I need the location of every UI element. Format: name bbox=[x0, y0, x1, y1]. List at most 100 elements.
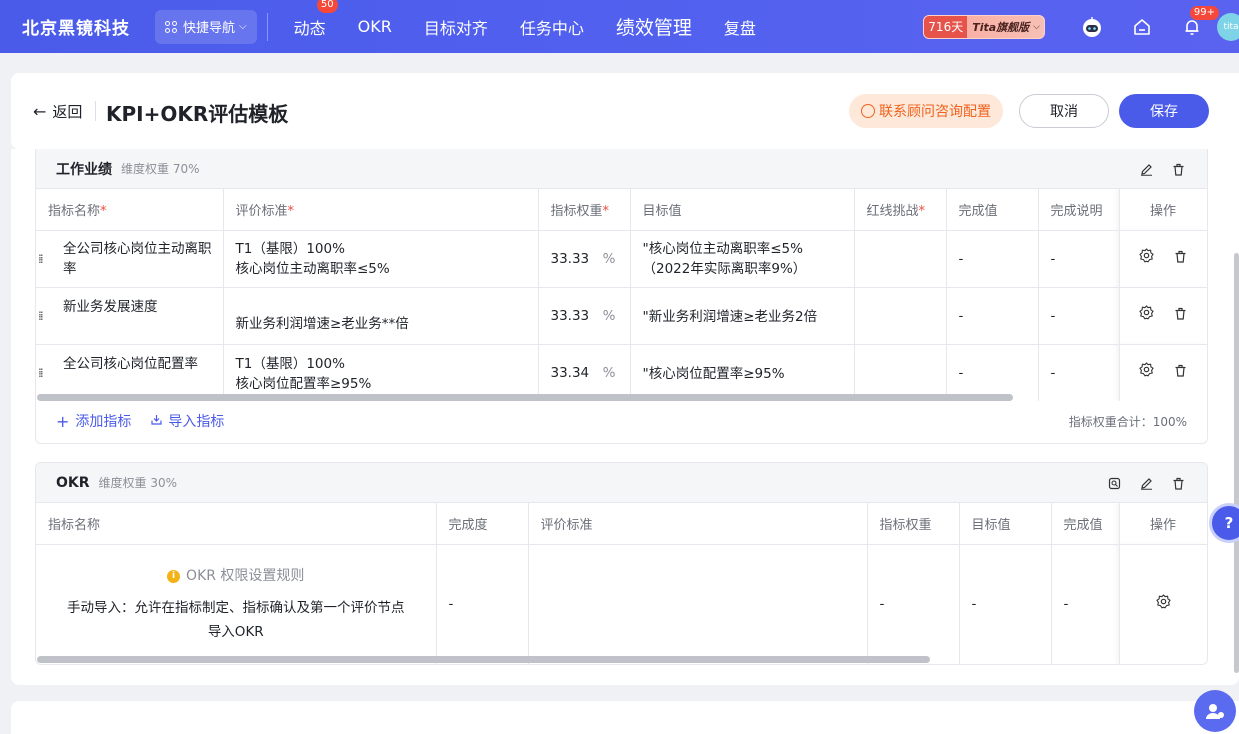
note-cell: - bbox=[1038, 287, 1120, 345]
horizontal-scrollbar[interactable] bbox=[37, 394, 1013, 401]
criteria-cell[interactable]: T1（基限）100% 核心岗位主动离职率≤5% bbox=[223, 230, 539, 288]
info-icon: i bbox=[167, 569, 181, 583]
note-cell: - bbox=[1038, 344, 1120, 401]
add-indicator-button[interactable]: + 添加指标 bbox=[56, 411, 131, 431]
nav-item-review[interactable]: 复盘 bbox=[724, 15, 756, 39]
settings-icon[interactable] bbox=[1139, 248, 1154, 269]
col-header: 完成值 bbox=[1051, 503, 1120, 545]
assistant-float-button[interactable] bbox=[1194, 690, 1236, 732]
table-row: i OKR 权限设置规则 手动导入：允许在指标制定、指标确认及第一个评价节点 导入O… bbox=[36, 544, 1207, 664]
page-scrollbar[interactable] bbox=[1234, 253, 1239, 673]
ai-assistant-icon[interactable] bbox=[1081, 16, 1103, 38]
save-button[interactable]: 保存 bbox=[1119, 94, 1209, 128]
trash-icon[interactable] bbox=[1171, 162, 1185, 176]
indicator-name-cell[interactable]: ⁞⁞ 新业务发展速度 bbox=[36, 287, 224, 345]
plan-badge[interactable]: 716天 Tita旗舰版 ⌵ bbox=[923, 14, 1045, 39]
nav-item-performance[interactable]: 绩效管理 bbox=[616, 13, 692, 40]
col-header: 完成度 bbox=[436, 503, 529, 545]
redline-cell[interactable] bbox=[854, 230, 947, 288]
cancel-button[interactable]: 取消 bbox=[1019, 94, 1109, 128]
indicator-name-cell[interactable]: ⁞⁞ 全公司核心岗位主动离职率 bbox=[36, 230, 224, 288]
col-header: 完成值 bbox=[946, 189, 1039, 231]
table-row: ⁞⁞ 新业务发展速度 新业务利润增速≥老业务**倍 33.33% "新业务利润增… bbox=[36, 287, 1207, 345]
done-cell: - bbox=[946, 287, 1039, 345]
company-name[interactable]: 北京黑镜科技 bbox=[22, 14, 137, 39]
drag-handle-icon[interactable]: ⁞⁞ bbox=[38, 363, 48, 383]
nav-item-alignment[interactable]: 目标对齐 bbox=[424, 15, 488, 39]
target-cell[interactable]: "新业务利润增速≥老业务2倍 bbox=[630, 287, 855, 345]
criteria-cell[interactable]: T1（基限）100% 核心岗位配置率≥95% bbox=[223, 344, 539, 401]
edit-icon[interactable] bbox=[1139, 162, 1153, 176]
edit-icon[interactable] bbox=[1139, 476, 1153, 490]
consult-label: 联系顾问咨询配置 bbox=[879, 104, 991, 120]
target-cell[interactable]: "核心岗位主动离职率≤5% （2022年实际离职率9%） bbox=[630, 230, 855, 288]
redline-cell[interactable] bbox=[854, 344, 947, 401]
avatar[interactable]: tita bbox=[1217, 12, 1239, 41]
bell-icon[interactable]: 99+ bbox=[1181, 5, 1219, 38]
col-header: 评价标准* bbox=[223, 189, 539, 231]
apps-icon bbox=[165, 20, 177, 33]
trash-icon[interactable] bbox=[1174, 306, 1187, 326]
kpi-table: 指标名称* 评价标准* 指标权重* 目标值 红线挑战* 完成值 完成说明 操作 … bbox=[36, 189, 1207, 401]
target-cell[interactable]: "核心岗位配置率≥95% bbox=[630, 344, 855, 401]
col-header: 指标名称 bbox=[36, 503, 437, 545]
trash-icon[interactable] bbox=[1174, 363, 1187, 383]
top-navbar: 北京黑镜科技 快捷导航 ⌵ 动态 50 OKR 目标对齐 任务中心 绩效管理 复… bbox=[0, 0, 1239, 53]
nav-item-label: 动态 bbox=[293, 18, 326, 38]
robot-icon bbox=[1206, 704, 1224, 719]
nav-item-tasks[interactable]: 任务中心 bbox=[520, 15, 584, 39]
rule-title: i OKR 权限设置规则 bbox=[167, 566, 304, 586]
import-indicator-button[interactable]: 导入指标 bbox=[151, 411, 224, 431]
col-header: 红线挑战* bbox=[854, 189, 947, 231]
section-title: 工作业绩 bbox=[56, 161, 112, 178]
quick-nav-label: 快捷导航 bbox=[183, 21, 236, 36]
plan-version: Tita旗舰版 bbox=[972, 20, 1030, 34]
chevron-down-icon: ⌵ bbox=[1033, 21, 1040, 32]
ops-cell bbox=[1119, 544, 1207, 664]
settings-icon[interactable] bbox=[1139, 362, 1154, 383]
weight-cell[interactable]: 33.33% bbox=[538, 230, 631, 288]
section-header: 工作业绩 维度权重 70% bbox=[36, 149, 1207, 189]
plus-icon: + bbox=[56, 411, 70, 431]
home-icon[interactable] bbox=[1131, 16, 1153, 38]
okr-section: OKR 维度权重 30% 指标名称 完成度 评价标准 指标权重 目标值 完成值 … bbox=[35, 462, 1208, 665]
consult-button[interactable]: 联系顾问咨询配置 bbox=[849, 94, 1003, 128]
section-tools bbox=[1089, 463, 1185, 503]
notification-badge: 99+ bbox=[1189, 5, 1219, 20]
okr-table: 指标名称 完成度 评价标准 指标权重 目标值 完成值 操作 i OKR 权限设置规… bbox=[36, 503, 1207, 664]
col-header: 目标值 bbox=[959, 503, 1052, 545]
back-label: 返回 bbox=[52, 103, 83, 121]
col-header: 指标权重* bbox=[538, 189, 631, 231]
settings-icon[interactable] bbox=[1139, 305, 1154, 326]
quick-nav-button[interactable]: 快捷导航 ⌵ bbox=[155, 9, 257, 44]
ops-cell bbox=[1119, 344, 1207, 401]
section-weight: 维度权重 70% bbox=[121, 162, 200, 176]
sync-icon[interactable] bbox=[1107, 476, 1121, 490]
days-left: 716天 bbox=[924, 15, 968, 38]
col-header: 操作 bbox=[1119, 503, 1207, 545]
criteria-cell[interactable]: 新业务利润增速≥老业务**倍 bbox=[223, 287, 539, 345]
table-row: ⁞⁞ 全公司核心岗位配置率 T1（基限）100% 核心岗位配置率≥95% 33.3… bbox=[36, 344, 1207, 401]
weight-cell[interactable]: 33.33% bbox=[538, 287, 631, 345]
horizontal-scrollbar[interactable] bbox=[37, 656, 930, 663]
weight-cell[interactable]: 33.34% bbox=[538, 344, 631, 401]
trash-icon[interactable] bbox=[1174, 249, 1187, 269]
page-title: KPI+OKR评估模板 bbox=[106, 102, 289, 126]
indicator-name-cell[interactable]: ⁞⁞ 全公司核心岗位配置率 bbox=[36, 344, 224, 401]
nav-item-okr[interactable]: OKR bbox=[358, 17, 392, 36]
nav-item-feed[interactable]: 动态 50 bbox=[293, 0, 338, 39]
weight-cell: - bbox=[867, 544, 960, 664]
arrow-left-icon: ← bbox=[33, 102, 47, 121]
drag-handle-icon[interactable]: ⁞⁞ bbox=[38, 306, 48, 326]
settings-icon[interactable] bbox=[1155, 593, 1171, 615]
back-button[interactable]: ← 返回 bbox=[33, 101, 82, 122]
redline-cell[interactable] bbox=[854, 287, 947, 345]
navbar-right: 716天 Tita旗舰版 ⌵ 99+ tita bbox=[923, 0, 1239, 53]
trash-icon[interactable] bbox=[1171, 476, 1185, 490]
col-header: 指标名称* bbox=[36, 189, 224, 231]
col-header: 评价标准 bbox=[528, 503, 868, 545]
ops-cell bbox=[1119, 287, 1207, 345]
section-header: OKR 维度权重 30% bbox=[36, 463, 1207, 503]
drag-handle-icon[interactable]: ⁞⁞ bbox=[38, 249, 48, 269]
table-row: ⁞⁞ 全公司核心岗位主动离职率 T1（基限）100% 核心岗位主动离职率≤5% 3… bbox=[36, 230, 1207, 288]
